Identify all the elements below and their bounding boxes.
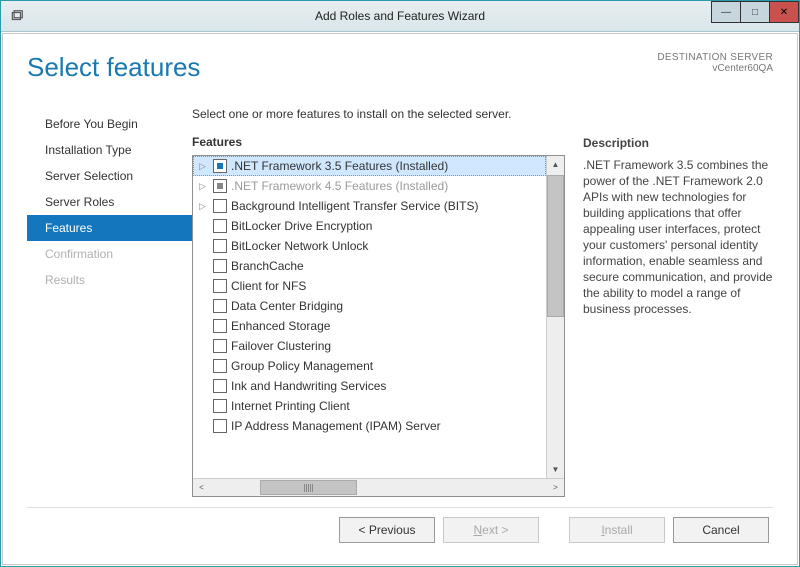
scroll-down-icon[interactable]: ▼	[547, 461, 564, 478]
close-button[interactable]: ✕	[769, 1, 799, 23]
features-column: Features ▷ .NET Framework 3.5 Features (I…	[192, 135, 565, 497]
footer: < Previous Next > Install Cancel	[27, 507, 773, 552]
feature-label: Data Center Bridging	[231, 299, 343, 313]
checkbox[interactable]	[213, 219, 227, 233]
checkbox[interactable]	[213, 379, 227, 393]
scroll-left-icon[interactable]: <	[193, 479, 210, 496]
feature-label: Failover Clustering	[231, 339, 331, 353]
feature-item[interactable]: BitLocker Network Unlock	[193, 236, 546, 256]
checkbox[interactable]	[213, 259, 227, 273]
feature-label: Ink and Handwriting Services	[231, 379, 386, 393]
scroll-up-icon[interactable]: ▲	[547, 156, 564, 173]
features-label: Features	[192, 135, 565, 149]
install-button[interactable]: Install	[569, 517, 665, 543]
feature-label: Client for NFS	[231, 279, 306, 293]
scroll-thumb[interactable]	[547, 175, 564, 317]
feature-label: Internet Printing Client	[231, 399, 350, 413]
feature-item[interactable]: ▷ .NET Framework 3.5 Features (Installed)	[193, 156, 546, 176]
nav-item-before-you-begin[interactable]: Before You Begin	[27, 111, 192, 137]
checkbox[interactable]	[213, 399, 227, 413]
window-controls: — □ ✕	[712, 1, 799, 21]
content: Before You BeginInstallation TypeServer …	[27, 107, 773, 497]
vertical-scrollbar[interactable]: ▲ ▼	[546, 156, 564, 478]
minimize-button[interactable]: —	[711, 1, 741, 23]
feature-item[interactable]: Client for NFS	[193, 276, 546, 296]
page-title: Select features	[27, 52, 200, 83]
description-column: Description .NET Framework 3.5 combines …	[583, 135, 773, 497]
nav-item-server-selection[interactable]: Server Selection	[27, 163, 192, 189]
features-listbox[interactable]: ▷ .NET Framework 3.5 Features (Installed)…	[192, 155, 565, 497]
nav-item-installation-type[interactable]: Installation Type	[27, 137, 192, 163]
expand-icon[interactable]: ▷	[199, 161, 209, 172]
features-items: ▷ .NET Framework 3.5 Features (Installed)…	[193, 156, 546, 478]
feature-item[interactable]: Ink and Handwriting Services	[193, 376, 546, 396]
nav-item-results: Results	[27, 267, 192, 293]
instruction-text: Select one or more features to install o…	[192, 107, 773, 121]
feature-item[interactable]: Enhanced Storage	[193, 316, 546, 336]
destination-name: vCenter60QA	[657, 63, 773, 74]
destination-server: DESTINATION SERVER vCenter60QA	[657, 52, 773, 74]
columns: Features ▷ .NET Framework 3.5 Features (I…	[192, 135, 773, 497]
feature-label: Group Policy Management	[231, 359, 373, 373]
feature-label: Background Intelligent Transfer Service …	[231, 199, 478, 213]
nav-item-features[interactable]: Features	[27, 215, 192, 241]
feature-label: BitLocker Network Unlock	[231, 239, 368, 253]
nav-item-confirmation: Confirmation	[27, 241, 192, 267]
app-icon	[9, 8, 25, 24]
expand-icon[interactable]: ▷	[199, 201, 209, 212]
checkbox[interactable]	[213, 179, 227, 193]
main-panel: Select one or more features to install o…	[192, 107, 773, 497]
feature-label: BitLocker Drive Encryption	[231, 219, 372, 233]
feature-label: BranchCache	[231, 259, 304, 273]
checkbox[interactable]	[213, 419, 227, 433]
description-text: .NET Framework 3.5 combines the power of…	[583, 157, 773, 317]
checkbox[interactable]	[213, 339, 227, 353]
description-label: Description	[583, 135, 773, 151]
checkbox[interactable]	[213, 319, 227, 333]
checkbox[interactable]	[213, 359, 227, 373]
expand-icon[interactable]: ▷	[199, 181, 209, 192]
window-title: Add Roles and Features Wizard	[315, 9, 485, 23]
feature-item[interactable]: Group Policy Management	[193, 356, 546, 376]
destination-label: DESTINATION SERVER	[657, 52, 773, 63]
feature-label: Enhanced Storage	[231, 319, 330, 333]
feature-item[interactable]: Internet Printing Client	[193, 396, 546, 416]
feature-item[interactable]: ▷ .NET Framework 4.5 Features (Installed)	[193, 176, 546, 196]
cancel-button[interactable]: Cancel	[673, 517, 769, 543]
titlebar[interactable]: Add Roles and Features Wizard — □ ✕	[1, 1, 799, 32]
feature-label: .NET Framework 3.5 Features (Installed)	[231, 159, 448, 173]
feature-item[interactable]: Data Center Bridging	[193, 296, 546, 316]
wizard-nav: Before You BeginInstallation TypeServer …	[27, 107, 192, 497]
hscroll-thumb[interactable]	[260, 480, 357, 495]
checkbox[interactable]	[213, 279, 227, 293]
checkbox[interactable]	[213, 239, 227, 253]
nav-item-server-roles[interactable]: Server Roles	[27, 189, 192, 215]
feature-item[interactable]: BitLocker Drive Encryption	[193, 216, 546, 236]
feature-label: IP Address Management (IPAM) Server	[231, 419, 441, 433]
header-row: Select features DESTINATION SERVER vCent…	[27, 52, 773, 83]
wizard-body: Select features DESTINATION SERVER vCent…	[2, 33, 798, 565]
previous-button[interactable]: < Previous	[339, 517, 435, 543]
next-button[interactable]: Next >	[443, 517, 539, 543]
feature-item[interactable]: BranchCache	[193, 256, 546, 276]
checkbox[interactable]	[213, 299, 227, 313]
horizontal-scrollbar[interactable]: < >	[193, 478, 564, 496]
wizard-window: Add Roles and Features Wizard — □ ✕ Sele…	[0, 0, 800, 567]
checkbox[interactable]	[213, 159, 227, 173]
feature-label: .NET Framework 4.5 Features (Installed)	[231, 179, 448, 193]
scroll-right-icon[interactable]: >	[547, 479, 564, 496]
feature-item[interactable]: ▷ Background Intelligent Transfer Service…	[193, 196, 546, 216]
feature-item[interactable]: Failover Clustering	[193, 336, 546, 356]
maximize-button[interactable]: □	[740, 1, 770, 23]
feature-item[interactable]: IP Address Management (IPAM) Server	[193, 416, 546, 436]
checkbox[interactable]	[213, 199, 227, 213]
